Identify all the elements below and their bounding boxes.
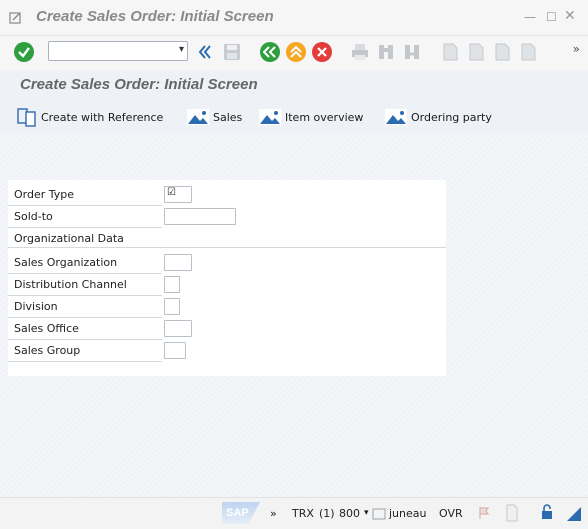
enter-button[interactable]	[12, 40, 36, 64]
order-form: Order Type ☑ Sold-to Organizational Data…	[8, 180, 446, 376]
first-page-icon[interactable]	[438, 40, 462, 64]
sales-label: Sales	[213, 110, 243, 124]
division-label: Division	[14, 300, 58, 313]
sales-organization-row: Sales Organization	[8, 252, 446, 274]
organizational-data-header: Organizational Data	[8, 228, 446, 248]
find-icon[interactable]	[374, 40, 398, 64]
command-field[interactable]: ▾	[48, 41, 188, 61]
command-input[interactable]	[49, 42, 167, 60]
section-title: Organizational Data	[14, 232, 124, 245]
picture-icon	[259, 109, 281, 125]
back-button[interactable]	[258, 40, 282, 64]
chevron-down-icon[interactable]: ▾	[364, 508, 369, 518]
sales-group-input[interactable]	[164, 342, 186, 359]
sales-office-row: Sales Office	[8, 318, 446, 340]
item-overview-label: Item overview	[285, 110, 364, 124]
application-toolbar: Create with Reference Sales Item overvie…	[0, 104, 588, 132]
session-number: (1)	[319, 507, 335, 520]
menu-icon[interactable]	[4, 6, 28, 30]
sales-group-row: Sales Group	[8, 340, 446, 362]
insert-mode[interactable]: OVR	[439, 507, 463, 520]
chevron-down-icon[interactable]: ▾	[179, 44, 184, 55]
page-title: Create Sales Order: Initial Screen	[20, 76, 258, 93]
division-row: Division	[8, 296, 446, 318]
cancel-button[interactable]	[310, 40, 334, 64]
lock-icon[interactable]	[540, 503, 554, 524]
sales-office-label: Sales Office	[14, 322, 79, 335]
division-input[interactable]	[164, 298, 180, 315]
next-page-icon[interactable]	[490, 40, 514, 64]
flag-icon	[478, 506, 490, 523]
order-type-input[interactable]: ☑	[164, 186, 192, 203]
system-status-icon[interactable]	[372, 508, 386, 523]
distribution-channel-row: Distribution Channel	[8, 274, 446, 296]
content-area: Order Type ☑ Sold-to Organizational Data…	[0, 132, 588, 497]
sap-logo: SAP	[222, 502, 260, 524]
order-type-field[interactable]	[88, 178, 120, 195]
sales-organization-label: Sales Organization	[14, 256, 118, 269]
resize-handle-icon[interactable]	[566, 506, 582, 525]
order-type-label: Order Type	[14, 188, 75, 201]
create-with-reference-button[interactable]: Create with Reference	[16, 104, 163, 130]
sold-to-input[interactable]	[164, 208, 236, 225]
maximize-icon[interactable]: ☐	[546, 10, 557, 24]
document-icon[interactable]	[505, 504, 519, 525]
exit-button[interactable]	[284, 40, 308, 64]
create-with-reference-label: Create with Reference	[41, 110, 164, 124]
title-bar: Create Sales Order: Initial Screen — ☐ ✕	[0, 0, 588, 36]
status-more-button[interactable]: »	[270, 507, 277, 520]
window-title: Create Sales Order: Initial Screen	[36, 8, 274, 25]
double-left-icon[interactable]	[195, 40, 215, 64]
more-toolbar-button[interactable]: »	[573, 42, 580, 56]
close-icon[interactable]: ✕	[564, 8, 576, 24]
ordering-party-label: Ordering party	[411, 110, 492, 124]
save-button[interactable]	[220, 40, 244, 64]
value-help-icon[interactable]: ☑	[167, 187, 176, 198]
print-icon[interactable]	[348, 40, 372, 64]
user-name: juneau	[389, 507, 427, 520]
sold-to-label: Sold-to	[14, 210, 53, 223]
distribution-channel-label: Distribution Channel	[14, 278, 127, 291]
sales-group-label: Sales Group	[14, 344, 81, 357]
find-next-icon[interactable]	[400, 40, 424, 64]
distribution-channel-input[interactable]	[164, 276, 180, 293]
last-page-icon[interactable]	[516, 40, 540, 64]
standard-toolbar: ▾ »	[0, 36, 588, 70]
sales-office-input[interactable]	[164, 320, 192, 337]
minimize-icon[interactable]: —	[524, 10, 536, 24]
status-bar: SAP » TRX (1) 800 ▾ juneau OVR	[0, 497, 588, 529]
ordering-party-button[interactable]: Ordering party	[384, 104, 492, 130]
previous-page-icon[interactable]	[464, 40, 488, 64]
transaction-code: TRX	[292, 507, 314, 520]
sold-to-row: Sold-to	[8, 206, 446, 228]
client-number: 800	[339, 507, 360, 520]
item-overview-button[interactable]: Item overview	[258, 104, 363, 130]
picture-icon	[187, 109, 209, 125]
picture-icon	[385, 109, 407, 125]
sales-button[interactable]: Sales	[186, 104, 242, 130]
sales-organization-input[interactable]	[164, 254, 192, 271]
copy-document-icon	[17, 108, 36, 127]
order-type-row: Order Type ☑	[8, 184, 446, 206]
